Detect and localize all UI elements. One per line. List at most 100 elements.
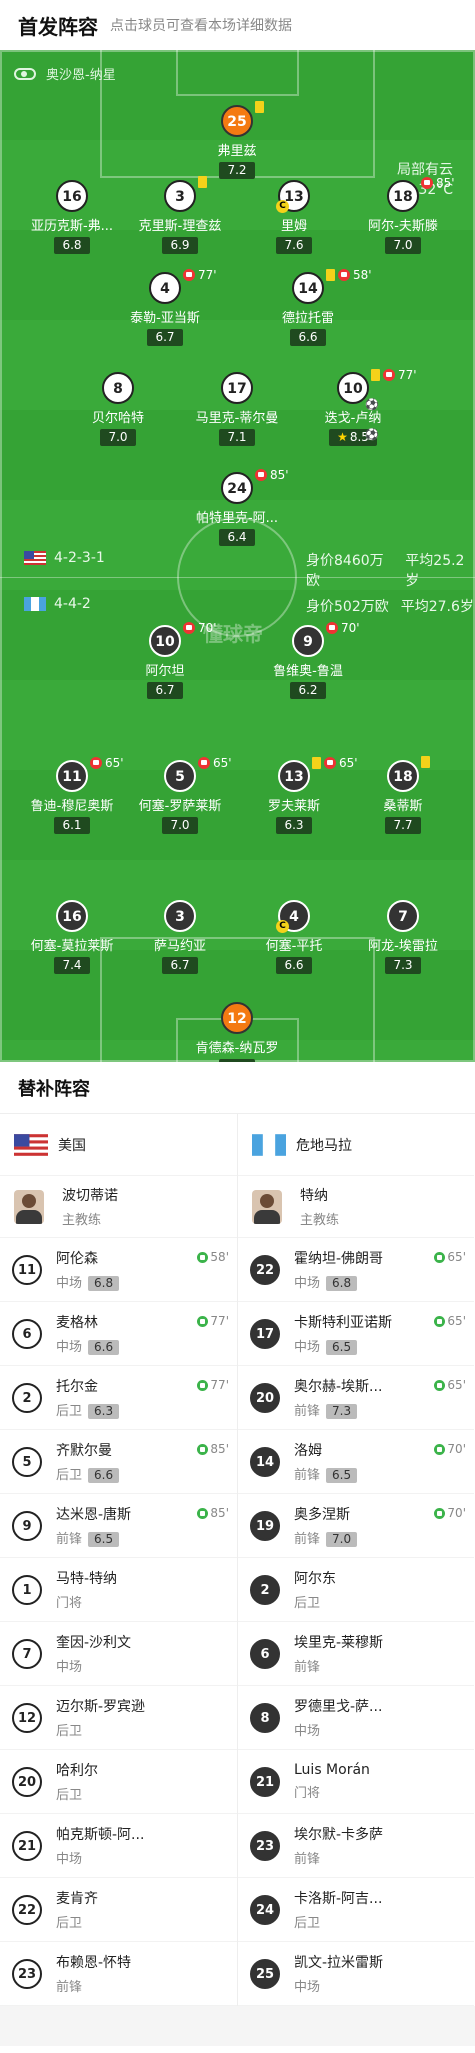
- player-name: 阿龙-埃雷拉: [368, 939, 438, 954]
- player-rating: 6.3: [88, 1404, 120, 1419]
- player-8[interactable]: 8 贝尔哈特 7.0: [58, 372, 178, 446]
- jersey-number: 8: [250, 1702, 280, 1733]
- yellow-card-icon: [312, 757, 321, 769]
- player-4[interactable]: 4 C 何塞-平托 6.6: [234, 900, 354, 974]
- player-11[interactable]: 11 65' 鲁迪-穆尼奥斯 6.1: [12, 756, 132, 834]
- player-25[interactable]: 25 弗里兹 7.2: [177, 101, 297, 179]
- player-rating: 7.0: [162, 817, 198, 834]
- jersey-number: 18: [387, 180, 419, 212]
- player-10[interactable]: 10⚽⚽77'迭戈-卢纳8.5: [293, 368, 417, 446]
- player-16[interactable]: 16 何塞-莫拉莱斯 7.4: [12, 900, 132, 974]
- sub-row[interactable]: 23 布赖恩-怀特 前锋: [0, 1942, 237, 2006]
- home-coach[interactable]: 波切蒂诺 主教练: [0, 1176, 237, 1238]
- player-10[interactable]: 10 70' 阿尔坦 6.7: [105, 621, 225, 699]
- away-formation: 4-4-2: [24, 596, 91, 612]
- player-position: 后卫: [294, 1596, 321, 1611]
- sub-row[interactable]: 22 霍纳坦-佛朗哥 中场 6.8 65': [238, 1238, 474, 1302]
- player-14[interactable]: 14 58' 德拉托雷 6.6: [248, 268, 372, 346]
- player-13[interactable]: 13 C 里姆 7.6: [234, 180, 354, 254]
- player-name: 奥多涅斯: [294, 1507, 350, 1523]
- player-name: 泰勒-亚当斯: [130, 311, 200, 326]
- sub-in-icon: [434, 1443, 446, 1455]
- subs-title: 替补阵容: [0, 1062, 475, 1114]
- player-12[interactable]: 12 肯德森-纳瓦罗 7.3: [177, 1002, 297, 1062]
- player-5[interactable]: 5 65' 何塞-罗萨莱斯 7.0: [120, 756, 240, 834]
- jersey-number: 13: [278, 760, 310, 792]
- player-position: 后卫: [56, 1724, 83, 1739]
- player-rating: 7.3: [219, 1059, 255, 1062]
- player-name: 埃尔默-卡多萨: [294, 1827, 384, 1843]
- player-24[interactable]: 24 85' 帕特里克-阿... 6.4: [177, 468, 297, 546]
- player-position: 中场: [56, 1852, 83, 1867]
- sub-row[interactable]: 25 凯文-拉米雷斯 中场: [238, 1942, 474, 2006]
- player-events: 77': [371, 368, 417, 382]
- sub-row[interactable]: 21 Luis Morán 门将: [238, 1750, 474, 1814]
- away-coach[interactable]: 特纳 主教练: [238, 1176, 474, 1238]
- sub-minute: 85': [436, 176, 455, 190]
- jersey-number: 11: [56, 760, 88, 792]
- player-16[interactable]: 16 亚历克斯-弗... 6.8: [12, 180, 132, 254]
- sub-row[interactable]: 20 奥尔赫-埃斯... 前锋 7.3 65': [238, 1366, 474, 1430]
- sub-row[interactable]: 2 托尔金 后卫 6.3 77': [0, 1366, 237, 1430]
- goal-ball-icon: ⚽⚽: [365, 398, 379, 441]
- sub-row[interactable]: 6 埃里克-莱穆斯 前锋: [238, 1622, 474, 1686]
- player-position: 前锋 6.5: [294, 1464, 358, 1483]
- away-age: 平均27.6岁: [400, 599, 474, 615]
- sub-row[interactable]: 1 马特-特纳 门将: [0, 1558, 237, 1622]
- sub-row[interactable]: 11 阿伦森 中场 6.8 58': [0, 1238, 237, 1302]
- jersey-number: 6: [12, 1318, 42, 1349]
- player-name: 萨马约亚: [153, 939, 206, 954]
- player-3[interactable]: 3 克里斯-理查兹 6.9: [120, 176, 240, 254]
- coach-name: 特纳: [300, 1188, 328, 1204]
- jersey-number: 20: [12, 1766, 42, 1797]
- player-18[interactable]: 18 85' 阿尔-夫斯滕 7.0: [343, 176, 463, 254]
- player-position: 后卫: [294, 1916, 321, 1931]
- player-position: 前锋: [56, 1980, 83, 1995]
- player-17[interactable]: 17 马里克-蒂尔曼 7.1: [177, 372, 297, 446]
- player-18[interactable]: 18 桑蒂斯 7.7: [343, 756, 463, 834]
- page-subtitle: 点击球员可查看本场详细数据: [110, 18, 292, 34]
- sub-row[interactable]: 19 奥多涅斯 前锋 7.0 70': [238, 1494, 474, 1558]
- player-rating: 6.7: [162, 957, 198, 974]
- player-name: 马特-特纳: [56, 1571, 118, 1587]
- player-7[interactable]: 7 阿龙-埃雷拉 7.3: [343, 900, 463, 974]
- sub-in-icon: [434, 1379, 446, 1391]
- sub-row[interactable]: 20 哈利尔 后卫: [0, 1750, 237, 1814]
- guatemala-flag-icon: [24, 597, 46, 611]
- player-rating: 7.6: [276, 237, 312, 254]
- jersey-number: 7: [12, 1638, 42, 1669]
- sub-row[interactable]: 23 埃尔默-卡多萨 前锋: [238, 1814, 474, 1878]
- jersey-number: 22: [250, 1254, 280, 1285]
- sub-row[interactable]: 7 奎因-沙利文 中场: [0, 1622, 237, 1686]
- sub-in-time: 70': [434, 1442, 466, 1456]
- sub-row[interactable]: 12 迈尔斯-罗宾逊 后卫: [0, 1686, 237, 1750]
- player-13[interactable]: 13 65' 罗夫莱斯 6.3: [234, 756, 358, 834]
- player-4[interactable]: 4 77' 泰勒-亚当斯 6.7: [105, 268, 225, 346]
- sub-out-icon: [255, 469, 267, 481]
- sub-row[interactable]: 9 达米恩-唐斯 前锋 6.5 85': [0, 1494, 237, 1558]
- jersey-number: 3: [164, 180, 196, 212]
- sub-in-icon: [197, 1507, 209, 1519]
- player-events: 85': [421, 176, 455, 190]
- jersey-number: 24: [250, 1894, 280, 1925]
- sub-row[interactable]: 17 卡斯特利亚诺斯 中场 6.5 65': [238, 1302, 474, 1366]
- sub-row[interactable]: 5 齐默尔曼 后卫 6.6 85': [0, 1430, 237, 1494]
- sub-row[interactable]: 2 阿尔东 后卫: [238, 1558, 474, 1622]
- home-formation: 4-2-3-1: [24, 550, 105, 566]
- sub-row[interactable]: 21 帕克斯顿-阿... 中场: [0, 1814, 237, 1878]
- player-3[interactable]: 3 萨马约亚 6.7: [120, 900, 240, 974]
- sub-row[interactable]: 22 麦肯齐 后卫: [0, 1878, 237, 1942]
- player-events: [198, 176, 210, 188]
- player-name: 齐默尔曼: [56, 1443, 112, 1459]
- sub-row[interactable]: 24 卡洛斯-阿吉... 后卫: [238, 1878, 474, 1942]
- jersey-number: 20: [250, 1382, 280, 1413]
- player-9[interactable]: 9 70' 鲁维奥-鲁温 6.2: [248, 621, 368, 699]
- player-name: 德拉托雷: [281, 311, 334, 326]
- sub-minute: 58': [353, 268, 372, 282]
- sub-row[interactable]: 14 洛姆 前锋 6.5 70': [238, 1430, 474, 1494]
- player-name: 肯德森-纳瓦罗: [195, 1041, 279, 1056]
- player-events: [255, 101, 267, 113]
- sub-row[interactable]: 8 罗德里戈-萨... 中场: [238, 1686, 474, 1750]
- jersey-number: 25: [250, 1958, 280, 1989]
- sub-row[interactable]: 6 麦格林 中场 6.6 77': [0, 1302, 237, 1366]
